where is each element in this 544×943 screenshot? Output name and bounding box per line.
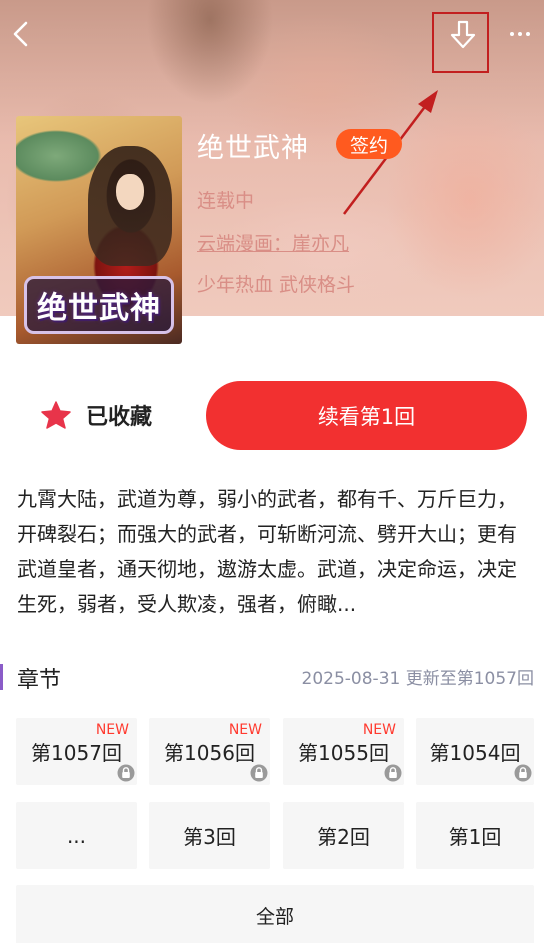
chapter-label: 第3回 xyxy=(183,825,236,849)
chapter-label: 第2回 xyxy=(317,825,370,849)
star-icon xyxy=(41,401,71,429)
chevron-left-icon xyxy=(13,21,28,47)
signed-badge: 签约 xyxy=(336,129,402,159)
continue-reading-button[interactable]: 续看第1回 xyxy=(206,381,527,450)
more-options-button[interactable] xyxy=(506,24,534,44)
comic-cover-image: 绝世武神 xyxy=(16,116,182,344)
more-dots-icon xyxy=(510,32,530,36)
chapter-item-1[interactable]: 第1回 xyxy=(416,802,534,869)
chapter-label: 第1回 xyxy=(448,825,502,849)
chapter-label: ... xyxy=(66,823,87,848)
chapter-item-1057[interactable]: 第1057回 NEW xyxy=(16,718,137,785)
new-tag: NEW xyxy=(228,722,262,738)
back-button[interactable] xyxy=(8,18,36,50)
chapter-item-1054[interactable]: 第1054回 xyxy=(416,718,534,785)
chapter-label: 第1054回 xyxy=(429,741,521,765)
chapter-ellipsis[interactable]: ... xyxy=(16,802,137,869)
chapters-section-title: 章节 xyxy=(17,668,62,693)
genre-tags: 少年热血 武侠格斗 xyxy=(197,274,356,296)
new-tag: NEW xyxy=(95,722,129,738)
comic-title: 绝世武神 xyxy=(197,133,309,164)
chapter-label: 第1056回 xyxy=(164,741,255,765)
lock-icon xyxy=(117,764,135,782)
chapter-label: 第1055回 xyxy=(298,741,389,765)
comic-description[interactable]: 九霄大陆，武道为尊，弱小的武者，都有千、万斤巨力，开碑裂石；而强大的武者，可斩断… xyxy=(17,482,529,622)
chapter-item-1055[interactable]: 第1055回 NEW xyxy=(283,718,404,785)
chapter-item-3[interactable]: 第3回 xyxy=(149,802,270,869)
favorite-label: 已收藏 xyxy=(86,405,153,430)
section-indicator-bar xyxy=(0,664,3,690)
all-chapters-button[interactable]: 全部 xyxy=(16,885,534,943)
chapters-update-info: 2025-08-31 更新至第1057回 xyxy=(301,669,534,689)
chapter-item-2[interactable]: 第2回 xyxy=(283,802,404,869)
download-arrow-icon xyxy=(450,20,476,49)
chapter-label: 第1057回 xyxy=(31,741,122,765)
favorite-button[interactable]: 已收藏 xyxy=(40,392,180,438)
author-link[interactable]: 云端漫画：崖亦凡 xyxy=(197,229,349,256)
chapter-item-1056[interactable]: 第1056回 NEW xyxy=(149,718,270,785)
lock-icon xyxy=(514,764,532,782)
cover-logo-text: 绝世武神 xyxy=(24,276,174,334)
download-button[interactable] xyxy=(446,18,480,52)
lock-icon xyxy=(250,764,268,782)
serial-status: 连载中 xyxy=(197,190,255,212)
new-tag: NEW xyxy=(362,722,396,738)
lock-icon xyxy=(384,764,402,782)
